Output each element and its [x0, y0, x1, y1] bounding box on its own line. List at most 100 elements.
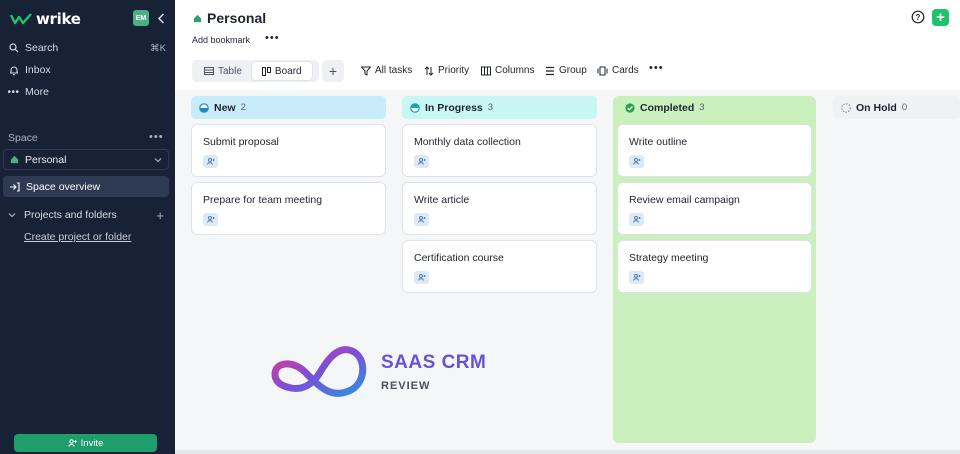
nav-search[interactable]: Search ⌘K — [8, 39, 166, 57]
page-title: Personal — [193, 10, 266, 26]
task-card[interactable]: Monthly data collection — [402, 124, 597, 177]
columns-icon — [481, 66, 491, 75]
add-item-button[interactable]: + — [932, 9, 949, 26]
table-icon — [204, 67, 214, 75]
column-header[interactable]: On Hold 0 — [833, 96, 960, 119]
help-icon[interactable]: ? — [911, 10, 925, 24]
column-header[interactable]: Completed 3 — [617, 96, 812, 119]
filter-icon — [361, 66, 371, 76]
add-assignee-icon[interactable] — [203, 155, 218, 168]
cards-button[interactable]: Cards — [597, 65, 639, 76]
add-assignee-icon[interactable] — [414, 213, 429, 226]
task-card[interactable]: Prepare for team meeting — [191, 182, 386, 235]
task-card[interactable]: Submit proposal — [191, 124, 386, 177]
task-card[interactable]: Strategy meeting — [617, 240, 812, 293]
column-in-progress: In Progress 3 Monthly data collection Wr… — [402, 96, 597, 293]
task-title: Prepare for team meeting — [203, 194, 323, 206]
cards-label: Cards — [612, 65, 639, 76]
nav-more-label: More — [25, 86, 49, 98]
more-dots-icon: ••• — [7, 86, 20, 98]
projects-label: Projects and folders — [24, 209, 117, 221]
horizontal-scrollbar[interactable] — [175, 450, 960, 454]
sidebar-item-space-overview[interactable]: Space overview — [3, 176, 169, 197]
task-card[interactable]: Certification course — [402, 240, 597, 293]
add-assignee-icon[interactable] — [629, 155, 644, 168]
watermark-title: SAAS CRM — [381, 352, 487, 373]
group-button[interactable]: Group — [545, 65, 587, 76]
columns-label: Columns — [495, 65, 535, 76]
task-title: Review email campaign — [629, 194, 740, 206]
column-header[interactable]: In Progress 3 — [402, 96, 597, 119]
group-label: Group — [559, 65, 587, 76]
priority-sort[interactable]: Priority — [424, 65, 469, 76]
nav-search-label: Search — [25, 42, 59, 54]
column-count: 0 — [901, 102, 908, 113]
sidebar: wrike EM Search ⌘K Inbox ••• More Space … — [0, 0, 175, 454]
status-completed-icon — [625, 102, 635, 113]
column-name: New — [214, 101, 236, 114]
wrike-logo[interactable]: wrike — [10, 10, 81, 28]
task-title: Certification course — [414, 252, 504, 264]
add-assignee-icon[interactable] — [629, 213, 644, 226]
columns-button[interactable]: Columns — [481, 65, 534, 76]
space-heading: Space — [8, 132, 38, 144]
header-more-icon[interactable]: ••• — [265, 32, 280, 44]
task-title: Write article — [414, 194, 470, 206]
nav-more[interactable]: ••• More — [8, 83, 166, 101]
view-toggle: Table Board — [192, 60, 319, 82]
tab-table[interactable]: Table — [194, 62, 252, 80]
task-card[interactable]: Write article — [402, 182, 597, 235]
add-assignee-icon[interactable] — [629, 271, 644, 284]
space-selector[interactable]: Personal — [3, 149, 169, 170]
column-count: 3 — [699, 102, 705, 113]
priority-label: Priority — [438, 65, 470, 76]
all-tasks-label: All tasks — [375, 65, 413, 76]
nav-inbox[interactable]: Inbox — [8, 61, 166, 79]
watermark-subtitle: REVIEW — [381, 380, 431, 392]
home-icon — [193, 14, 202, 22]
space-selector-label: Personal — [25, 153, 67, 166]
saas-crm-review-watermark: SAAS CRM REVIEW — [271, 344, 511, 404]
column-new: New 2 Submit proposal Prepare for team m… — [191, 96, 386, 235]
collapse-sidebar-icon[interactable] — [154, 10, 168, 26]
invite-button[interactable]: Invite — [14, 434, 157, 452]
column-count: 3 — [487, 102, 494, 113]
add-view-button[interactable]: + — [322, 60, 344, 82]
sidebar-item-projects[interactable]: Projects and folders + — [8, 206, 164, 224]
status-in-progress-icon — [410, 102, 420, 113]
board-icon — [261, 66, 271, 76]
add-assignee-icon[interactable] — [414, 155, 429, 168]
space-more-icon[interactable]: ••• — [149, 131, 164, 143]
tab-table-label: Table — [218, 65, 242, 77]
infinity-logo-icon — [271, 346, 367, 397]
all-tasks-filter[interactable]: All tasks — [361, 65, 412, 76]
tab-board[interactable]: Board — [251, 62, 312, 80]
invite-label: Invite — [80, 437, 104, 449]
add-user-icon — [67, 439, 77, 447]
task-card[interactable]: Review email campaign — [617, 182, 812, 235]
column-count: 2 — [240, 102, 246, 113]
page-title-text: Personal — [207, 10, 267, 26]
status-new-icon — [199, 102, 209, 113]
wrike-logo-icon — [10, 13, 32, 25]
chevron-down-icon — [154, 157, 162, 162]
add-bookmark-button[interactable]: Add bookmark — [192, 35, 250, 45]
add-assignee-icon[interactable] — [203, 213, 218, 226]
nav-inbox-label: Inbox — [25, 64, 51, 76]
column-name: On Hold — [856, 101, 897, 114]
task-card[interactable]: Write outline — [617, 124, 812, 177]
column-name: In Progress — [425, 101, 483, 114]
column-name: Completed — [640, 101, 695, 114]
toolbar-more-icon[interactable]: ••• — [649, 62, 664, 74]
add-project-icon[interactable]: + — [156, 208, 164, 223]
main-area: Personal Add bookmark ••• ? + Table Boar… — [175, 0, 960, 454]
create-project-link[interactable]: Create project or folder — [24, 231, 131, 243]
space-overview-label: Space overview — [26, 180, 101, 193]
svg-text:?: ? — [916, 13, 921, 22]
task-title: Monthly data collection — [414, 136, 521, 148]
avatar[interactable]: EM — [133, 10, 149, 26]
search-icon — [8, 43, 19, 54]
column-header[interactable]: New 2 — [191, 96, 386, 119]
add-assignee-icon[interactable] — [414, 271, 429, 284]
search-shortcut: ⌘K — [150, 42, 166, 54]
